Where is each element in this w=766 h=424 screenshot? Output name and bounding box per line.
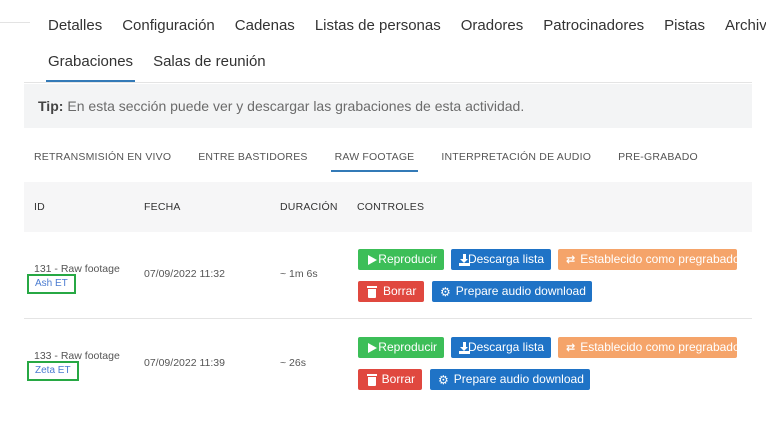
prepare-audio-button-label: Prepare audio download — [455, 284, 586, 298]
tab-detalles[interactable]: Detalles — [48, 12, 102, 40]
subtab-raw-footage[interactable]: RAW FOOTAGE — [330, 144, 419, 172]
stream-link[interactable]: Ash ET — [27, 274, 76, 294]
recording-date: 07/09/2022 11:39 — [144, 357, 225, 369]
set-prerecorded-button-label: Establecido como pregrabado — [580, 252, 740, 266]
trash-icon — [366, 285, 378, 298]
exchange-icon: ⇄ — [566, 253, 576, 266]
row-divider — [24, 318, 752, 319]
delete-button-label: Borrar — [381, 372, 415, 386]
delete-button[interactable]: Borrar — [358, 369, 422, 390]
prepare-audio-button-label: Prepare audio download — [453, 372, 584, 386]
download-button-label: Descarga lista — [467, 340, 544, 354]
set-prerecorded-button[interactable]: ⇄ Establecido como pregrabado — [558, 249, 740, 270]
set-prerecorded-button[interactable]: ⇄ Establecido como pregrabado — [558, 337, 740, 358]
tip-label: Tip: — [38, 98, 64, 114]
left-divider — [0, 22, 30, 23]
main-tabs-row-2: Grabaciones Salas de reunión — [45, 48, 286, 82]
play-button-label: Reproducir — [378, 252, 437, 266]
download-button[interactable]: Descarga lista — [451, 249, 551, 270]
play-button[interactable]: Reproducir — [358, 249, 444, 270]
column-header-duracion: DURACIÓN — [280, 201, 338, 213]
tab-cadenas[interactable]: Cadenas — [235, 12, 295, 40]
column-header-fecha: FECHA — [144, 201, 181, 213]
tabs-divider — [24, 82, 752, 83]
recording-duration: ~ 26s — [280, 357, 306, 369]
delete-button-label: Borrar — [383, 284, 417, 298]
exchange-icon: ⇄ — [566, 341, 576, 354]
prepare-audio-button[interactable]: ⚙ Prepare audio download — [430, 369, 590, 390]
tab-listas-de-personas[interactable]: Listas de personas — [315, 12, 441, 40]
play-button[interactable]: Reproducir — [358, 337, 444, 358]
subtab-interpretacion-de-audio[interactable]: INTERPRETACIÓN DE AUDIO — [441, 144, 591, 170]
stream-link[interactable]: Zeta ET — [27, 361, 79, 381]
tab-grabaciones[interactable]: Grabaciones — [45, 48, 136, 82]
column-header-id: ID — [34, 201, 45, 213]
play-icon — [366, 342, 378, 354]
download-icon — [459, 341, 470, 354]
download-button[interactable]: Descarga lista — [451, 337, 551, 358]
table-row: 133 - Raw footage Zeta ET 07/09/2022 11:… — [24, 320, 752, 406]
recording-duration: ~ 1m 6s — [280, 268, 318, 280]
table-header: ID FECHA DURACIÓN CONTROLES — [24, 182, 752, 232]
set-prerecorded-button-label: Establecido como pregrabado — [580, 340, 740, 354]
prepare-audio-button[interactable]: ⚙ Prepare audio download — [432, 281, 592, 302]
delete-button[interactable]: Borrar — [358, 281, 424, 302]
tab-salas-de-reunion[interactable]: Salas de reunión — [153, 48, 266, 76]
recording-type-tabs: RETRANSMISIÓN EN VIVO ENTRE BASTIDORES R… — [34, 144, 725, 172]
subtab-pre-grabado[interactable]: PRE-GRABADO — [618, 144, 698, 170]
recording-date: 07/09/2022 11:32 — [144, 268, 225, 280]
trash-icon — [366, 373, 377, 386]
play-icon — [366, 254, 378, 266]
tip-banner: Tip: En esta sección puede ver y descarg… — [24, 84, 752, 128]
download-button-label: Descarga lista — [467, 252, 544, 266]
subtab-retransmision-en-vivo[interactable]: RETRANSMISIÓN EN VIVO — [34, 144, 171, 170]
tab-pistas[interactable]: Pistas — [664, 12, 705, 40]
main-tabs-row-1: Detalles Configuración Cadenas Listas de… — [48, 12, 766, 40]
subtab-entre-bastidores[interactable]: ENTRE BASTIDORES — [198, 144, 307, 170]
tab-patrocinadores[interactable]: Patrocinadores — [543, 12, 644, 40]
download-icon — [459, 253, 470, 266]
gear-icon: ⚙ — [440, 284, 451, 299]
tip-text: En esta sección puede ver y descargar la… — [67, 98, 525, 114]
tab-archivos[interactable]: Archivos — [725, 12, 766, 40]
table-row: 131 - Raw footage Ash ET 07/09/2022 11:3… — [24, 232, 752, 318]
tab-oradores[interactable]: Oradores — [461, 12, 524, 40]
tab-configuracion[interactable]: Configuración — [122, 12, 215, 40]
gear-icon: ⚙ — [438, 372, 449, 387]
play-button-label: Reproducir — [378, 340, 437, 354]
column-header-controles: CONTROLES — [357, 201, 425, 213]
